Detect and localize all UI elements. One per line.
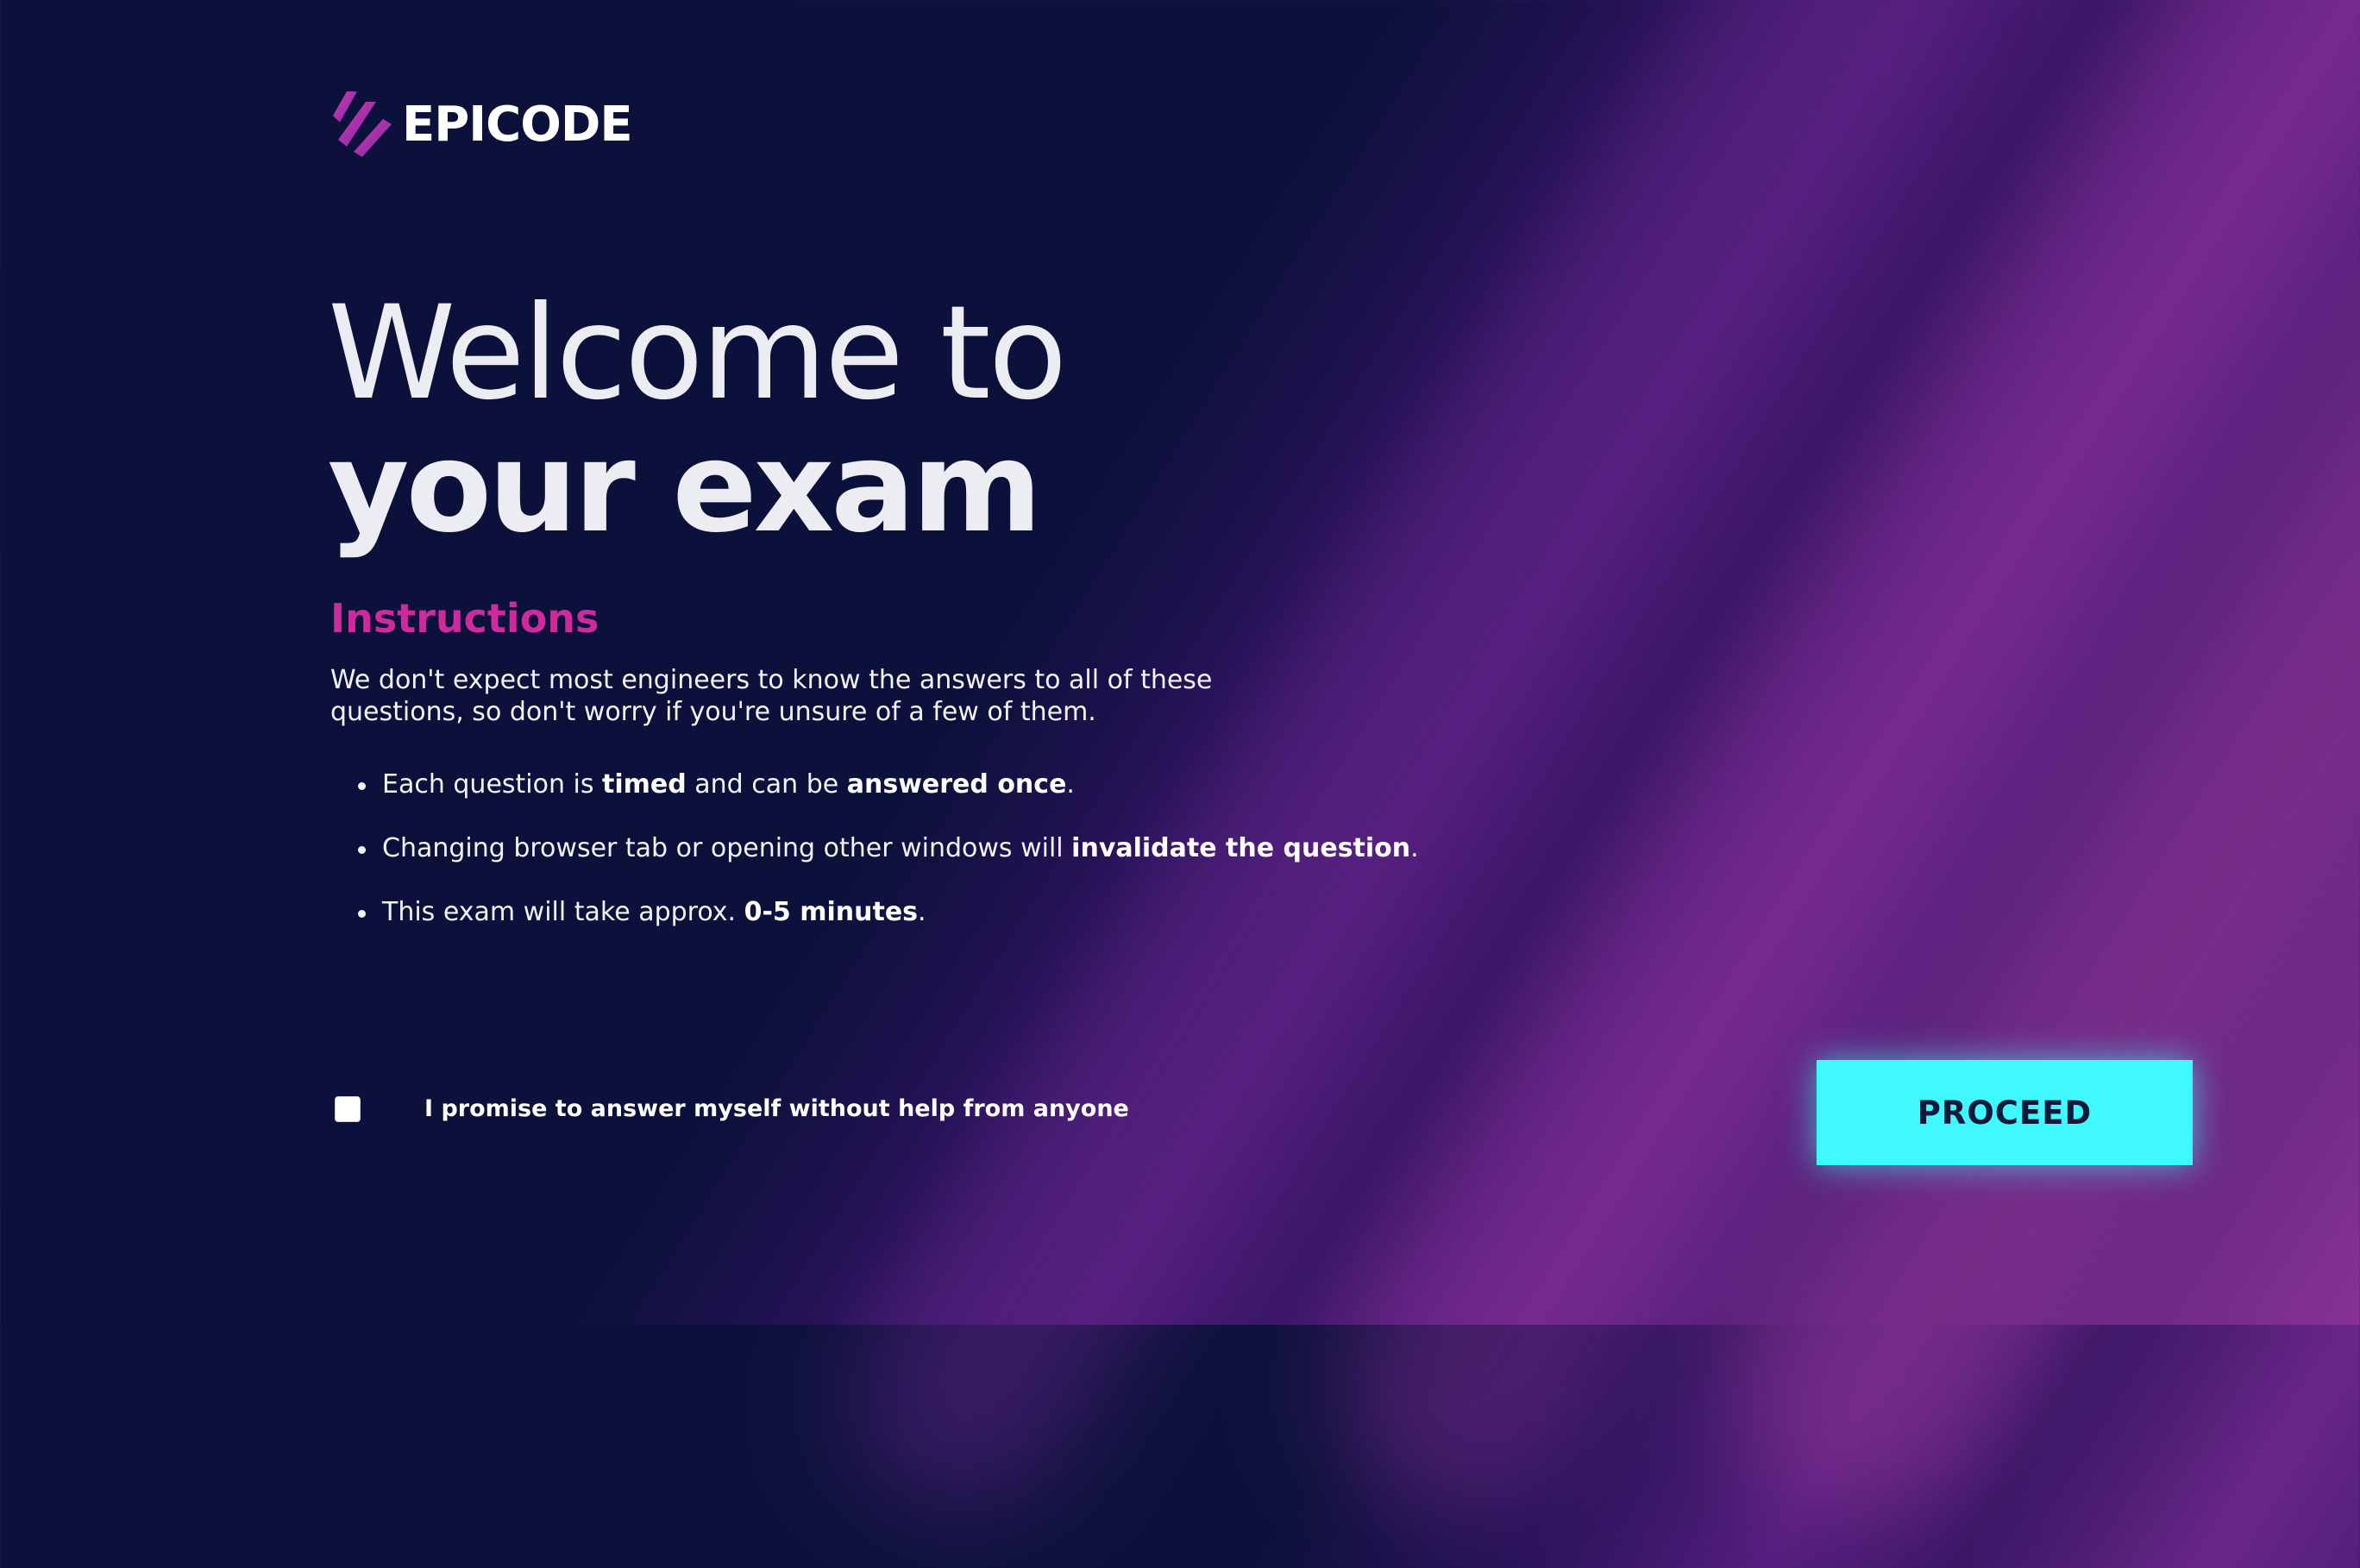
honesty-agreement: I promise to answer myself without help … xyxy=(335,1095,1129,1122)
rule-text: and can be xyxy=(686,769,847,800)
rules-list: Each question is timed and can be answer… xyxy=(330,766,1419,957)
rule-item: This exam will take approx. 0-5 minutes. xyxy=(330,894,1419,957)
rule-text: . xyxy=(1410,833,1419,863)
proceed-button[interactable]: PROCEED xyxy=(1817,1060,2193,1165)
rule-text: Changing browser tab or opening other wi… xyxy=(382,833,1072,863)
rule-item: Each question is timed and can be answer… xyxy=(330,766,1419,830)
instructions-heading: Instructions xyxy=(330,595,599,642)
brand-name: EPICODE xyxy=(402,96,633,153)
rule-emphasis: 0-5 minutes xyxy=(744,897,919,927)
epicode-stripes-logo-icon xyxy=(333,91,392,157)
agreement-label[interactable]: I promise to answer myself without help … xyxy=(424,1095,1129,1122)
rule-text: This exam will take approx. xyxy=(382,897,744,927)
rule-item: Changing browser tab or opening other wi… xyxy=(330,830,1419,894)
title-bold: your exam xyxy=(328,415,1042,561)
rule-text: Each question is xyxy=(382,769,603,800)
background-beam xyxy=(1674,0,2360,1568)
rule-text: . xyxy=(1066,769,1075,800)
rule-text: . xyxy=(918,897,926,927)
instructions-intro: We don't expect most engineers to know t… xyxy=(330,665,1213,727)
rule-emphasis: invalidate the question xyxy=(1071,833,1411,863)
title-light: Welcome to xyxy=(328,279,1067,429)
brand-logo: EPICODE xyxy=(331,90,633,159)
rule-emphasis: timed xyxy=(602,769,687,800)
agreement-checkbox[interactable] xyxy=(335,1095,361,1122)
background-beam xyxy=(1284,0,2360,1564)
rule-emphasis: answered once xyxy=(846,769,1067,800)
page-title: Welcome to your exam xyxy=(328,279,1067,561)
